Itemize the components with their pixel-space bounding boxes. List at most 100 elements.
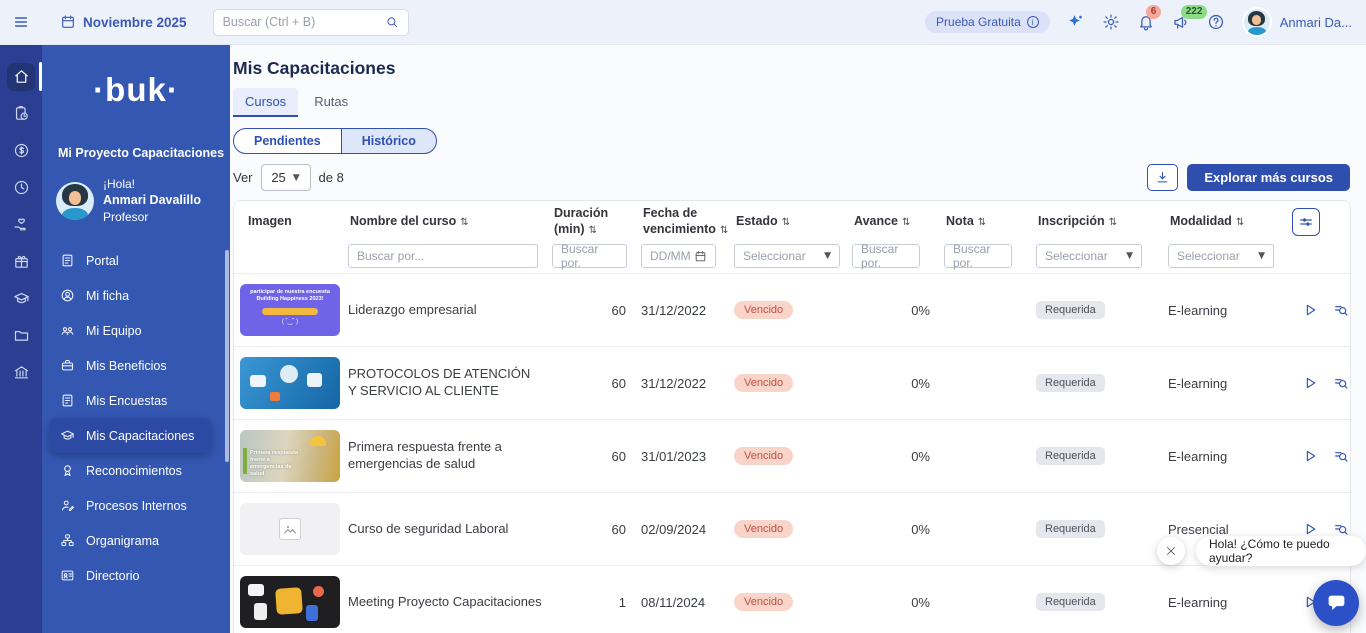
sidebar-item-organigrama[interactable]: Organigrama (42, 523, 230, 558)
tab-rutas[interactable]: Rutas (302, 88, 360, 117)
column-settings-button[interactable] (1292, 208, 1320, 236)
sidebar-item-reconocimientos[interactable]: Reconocimientos (42, 453, 230, 488)
due-date: 02/09/2024 (641, 522, 734, 537)
filter-fecha-de-vencimiento[interactable]: DD/MM (641, 244, 716, 268)
due-date: 08/11/2024 (641, 595, 734, 610)
course-name: Primera respuesta frente a emergencias d… (348, 439, 552, 473)
sort-icon[interactable]: ⇅ (589, 225, 597, 236)
menu-button[interactable] (0, 14, 42, 30)
sidebar-item-portal[interactable]: Portal (42, 243, 230, 278)
chat-dismiss-button[interactable] (1157, 537, 1185, 565)
user-menu[interactable]: Anmari Da... (1242, 7, 1352, 37)
filter-duracion-min-[interactable]: Buscar por. (552, 244, 627, 268)
users-icon (60, 323, 75, 338)
sidebar-item-mi-ficha[interactable]: Mi ficha (42, 278, 230, 313)
modality-value: Presencial (1168, 522, 1288, 537)
sidebar-item-label: Mi Equipo (86, 324, 142, 338)
medal-icon (60, 463, 75, 478)
filter-modalidad[interactable]: Seleccionar▼ (1168, 244, 1274, 268)
bank-icon (13, 364, 30, 381)
progress-value: 0% (852, 376, 944, 391)
user-edit-icon (60, 498, 75, 513)
tab-cursos[interactable]: Cursos (233, 88, 298, 117)
filter-estado[interactable]: Seleccionar▼ (734, 244, 840, 268)
broken-image-icon (279, 518, 301, 540)
column-header-nombre-del-curso[interactable]: Nombre del curso⇅ (348, 214, 552, 230)
sort-icon[interactable]: ⇅ (902, 217, 910, 228)
sidebar-item-label: Mis Capacitaciones (86, 429, 194, 443)
per-page-select[interactable]: 25 ▼ (261, 164, 311, 191)
search-placeholder: Buscar (Ctrl + B) (223, 15, 316, 29)
sidebar-menu: PortalMi fichaMi EquipoMis BeneficiosMis… (42, 243, 230, 593)
settings-icon[interactable] (1102, 13, 1120, 31)
play-button[interactable] (1302, 521, 1318, 537)
sort-icon[interactable]: ⇅ (720, 225, 728, 236)
rail-item-documents[interactable] (0, 317, 42, 354)
status-badge: Vencido (734, 520, 793, 538)
view-details-button[interactable] (1333, 302, 1349, 318)
rail-item-tasks[interactable] (0, 95, 42, 132)
due-date: 31/01/2023 (641, 449, 734, 464)
ai-sparkle-icon[interactable] (1067, 13, 1085, 31)
notifications-button[interactable]: 6 (1137, 13, 1155, 31)
chevron-down-icon: ▼ (1126, 251, 1133, 261)
column-header-nota[interactable]: Nota⇅ (944, 214, 1036, 230)
sidebar-item-label: Procesos Internos (86, 499, 187, 513)
user-circle-icon (60, 288, 75, 303)
view-details-button[interactable] (1333, 521, 1349, 537)
filter-avance[interactable]: Buscar por. (852, 244, 920, 268)
icon-rail (0, 45, 42, 633)
sidebar-item-procesos-internos[interactable]: Procesos Internos (42, 488, 230, 523)
rail-item-home[interactable] (0, 58, 42, 95)
sidebar-scrollbar[interactable] (225, 250, 229, 462)
sidebar-item-mi-equipo[interactable]: Mi Equipo (42, 313, 230, 348)
sidebar-item-label: Reconocimientos (86, 464, 182, 478)
sort-icon[interactable]: ⇅ (1236, 217, 1244, 228)
download-button[interactable] (1147, 164, 1178, 191)
column-header-fecha-de-vencimiento[interactable]: Fecha de vencimiento⇅ (641, 206, 734, 237)
filter-nombre-del-curso[interactable]: Buscar por... (348, 244, 538, 268)
help-icon[interactable] (1207, 13, 1225, 31)
sidebar-item-mis-capacitaciones[interactable]: Mis Capacitaciones (49, 418, 212, 453)
explore-courses-button[interactable]: Explorar más cursos (1187, 164, 1350, 191)
global-search-input[interactable]: Buscar (Ctrl + B) (213, 9, 409, 36)
rail-item-wellness[interactable] (0, 206, 42, 243)
view-details-button[interactable] (1333, 375, 1349, 391)
play-button[interactable] (1302, 375, 1318, 391)
table-row: PROTOCOLOS DE ATENCIÓN Y SERVICIO AL CLI… (234, 346, 1350, 419)
play-button[interactable] (1302, 448, 1318, 464)
total-count-label: de 8 (319, 170, 344, 185)
column-header-duracion-min-[interactable]: Duración (min)⇅ (552, 206, 641, 237)
announcement-count-badge: 222 (1181, 5, 1208, 19)
column-header-inscripcion[interactable]: Inscripción⇅ (1036, 214, 1168, 230)
rail-item-training[interactable] (0, 280, 42, 317)
filter-inscripcion[interactable]: Seleccionar▼ (1036, 244, 1142, 268)
view-details-button[interactable] (1333, 448, 1349, 464)
download-icon (1155, 170, 1170, 185)
sidebar-item-mis-encuestas[interactable]: Mis Encuestas (42, 383, 230, 418)
sort-icon[interactable]: ⇅ (1109, 217, 1117, 228)
sort-icon[interactable]: ⇅ (460, 217, 468, 228)
tab-bar: Cursos Rutas (233, 88, 1350, 117)
toggle-historico[interactable]: Histórico (341, 128, 437, 154)
sort-icon[interactable]: ⇅ (978, 217, 986, 228)
sidebar-item-directorio[interactable]: Directorio (42, 558, 230, 593)
column-header-avance[interactable]: Avance⇅ (852, 214, 944, 230)
buk-logo: ·buk· (42, 71, 230, 109)
chat-launcher-button[interactable] (1313, 580, 1359, 626)
period-selector[interactable]: Noviembre 2025 (60, 14, 187, 30)
column-header-estado[interactable]: Estado⇅ (734, 214, 852, 230)
play-button[interactable] (1302, 302, 1318, 318)
rail-item-benefits[interactable] (0, 243, 42, 280)
rail-item-organization[interactable] (0, 354, 42, 391)
announcements-button[interactable]: 222 (1172, 13, 1190, 31)
filter-nota[interactable]: Buscar por. (944, 244, 1012, 268)
sort-icon[interactable]: ⇅ (782, 217, 790, 228)
column-header-modalidad[interactable]: Modalidad⇅ (1168, 214, 1288, 230)
sidebar-item-mis-beneficios[interactable]: Mis Beneficios (42, 348, 230, 383)
chat-greeting-bubble[interactable]: Hola! ¿Cómo te puedo ayudar? (1196, 536, 1366, 566)
rail-item-payments[interactable] (0, 132, 42, 169)
rail-item-time[interactable] (0, 169, 42, 206)
trial-badge[interactable]: Prueba Gratuita i (925, 11, 1050, 33)
toggle-pendientes[interactable]: Pendientes (233, 128, 342, 154)
